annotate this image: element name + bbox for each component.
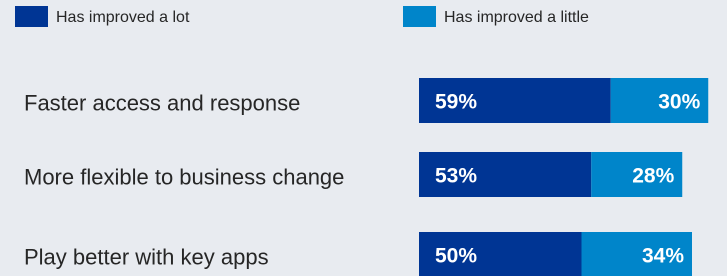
stacked-bar-chart: Has improved a lot Has improved a little … bbox=[15, 6, 709, 276]
data-label: 59% bbox=[435, 91, 477, 114]
legend-label-0: Has improved a lot bbox=[56, 9, 190, 26]
bars: 59% 30% 53% 28% 50% 34% bbox=[419, 78, 709, 276]
legend-swatch-1 bbox=[403, 6, 436, 27]
data-label: 53% bbox=[435, 165, 477, 188]
category-label: Play better with key apps bbox=[24, 245, 269, 270]
legend: Has improved a lot Has improved a little bbox=[15, 6, 589, 27]
chart: Has improved a lot Has improved a little … bbox=[0, 0, 727, 276]
data-label: 28% bbox=[632, 165, 674, 188]
data-label: 30% bbox=[658, 91, 700, 114]
category-labels: Faster access and response More flexible … bbox=[24, 91, 344, 270]
legend-swatch-0 bbox=[15, 6, 48, 27]
data-label: 50% bbox=[435, 245, 477, 268]
legend-label-1: Has improved a little bbox=[444, 9, 589, 26]
category-label: Faster access and response bbox=[24, 91, 300, 116]
category-label: More flexible to business change bbox=[24, 165, 344, 190]
data-label: 34% bbox=[642, 245, 684, 268]
